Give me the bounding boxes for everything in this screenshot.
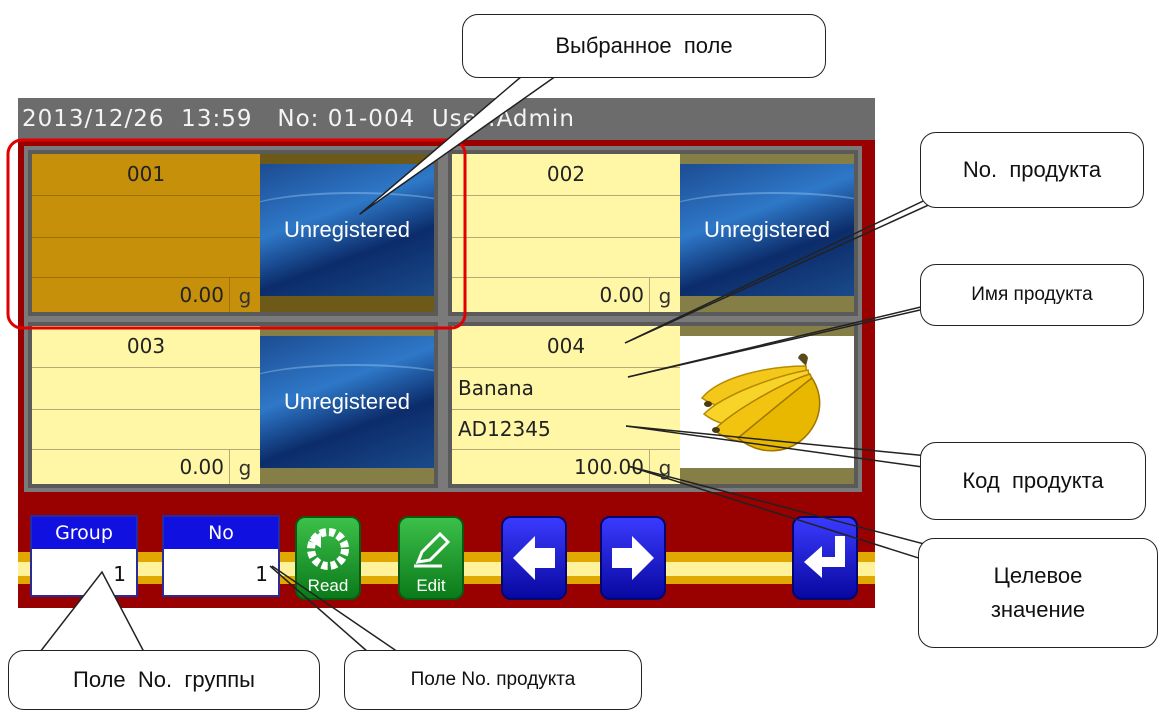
unit-label: g bbox=[229, 450, 260, 484]
next-button[interactable] bbox=[600, 516, 666, 600]
callout-product-no-field-text: Поле No. продукта bbox=[410, 669, 576, 690]
product-number: 003 bbox=[32, 326, 260, 368]
banana-icon bbox=[700, 353, 821, 452]
target-value: 0.00 bbox=[599, 283, 644, 307]
product-number-field[interactable]: No 1 bbox=[162, 515, 280, 597]
callout-product-no: No. продукта bbox=[920, 132, 1144, 208]
no-field-value[interactable]: 1 bbox=[164, 549, 278, 595]
read-button-label: Read bbox=[307, 576, 349, 595]
group-field-value[interactable]: 1 bbox=[32, 549, 136, 595]
callout-product-no-field: Поле No. продукта bbox=[344, 650, 642, 710]
unit-label: g bbox=[649, 278, 680, 312]
product-name: Banana bbox=[452, 368, 680, 410]
edit-button[interactable]: Edit bbox=[398, 516, 464, 600]
product-name bbox=[32, 196, 260, 238]
callout-selected-field-text: Выбранное поле bbox=[555, 33, 733, 58]
product-number: 001 bbox=[32, 154, 260, 196]
callout-selected-field: Выбранное поле bbox=[462, 14, 826, 78]
unit-label: g bbox=[229, 278, 260, 312]
previous-button[interactable] bbox=[501, 516, 567, 600]
product-image: Unregistered bbox=[680, 154, 854, 312]
product-number: 002 bbox=[452, 154, 680, 196]
product-name bbox=[32, 368, 260, 410]
return-icon bbox=[804, 536, 845, 578]
product-cell-002[interactable]: 002 0.00 g Unregistered bbox=[448, 150, 858, 316]
read-button[interactable]: Read bbox=[295, 516, 361, 600]
callout-product-name-text: Имя продукта bbox=[971, 284, 1093, 305]
product-cell-001[interactable]: 001 0.00 g Unregistered bbox=[28, 150, 438, 316]
edit-button-label: Edit bbox=[416, 576, 446, 595]
callout-target-value-line2: значение bbox=[990, 597, 1086, 622]
product-cell-info: 004 Banana AD12345 100.00 g bbox=[452, 326, 680, 484]
product-name bbox=[452, 196, 680, 238]
product-cell-info: 001 0.00 g bbox=[32, 154, 260, 312]
banana-photo bbox=[680, 336, 854, 468]
target-value: 0.00 bbox=[179, 455, 224, 479]
pencil-icon bbox=[414, 531, 451, 568]
callout-group-no-field: Поле No. группы bbox=[8, 650, 320, 710]
unregistered-image-label: Unregistered bbox=[260, 164, 434, 296]
bottom-toolbar: Group 1 No 1 Read Edit bbox=[18, 500, 875, 608]
callout-group-no-field-text: Поле No. группы bbox=[73, 667, 255, 692]
callout-product-code: Код продукта bbox=[920, 442, 1146, 520]
read-icon bbox=[307, 528, 349, 570]
product-number: 004 bbox=[452, 326, 680, 368]
arrow-right-icon bbox=[612, 536, 654, 580]
unit-label: g bbox=[649, 450, 680, 484]
device-screen: 2013/12/26 13:59 No: 01-004 User:Admin 0… bbox=[18, 98, 875, 608]
unregistered-image-label: Unregistered bbox=[680, 164, 854, 296]
callout-product-code-text: Код продукта bbox=[962, 468, 1104, 493]
product-cell-info: 002 0.00 g bbox=[452, 154, 680, 312]
callout-target-value-line1: Целевое bbox=[993, 563, 1083, 588]
product-image bbox=[680, 326, 854, 484]
return-button[interactable] bbox=[792, 516, 858, 600]
callout-target-value: Целевое значение bbox=[918, 538, 1158, 648]
product-cell-info: 003 0.00 g bbox=[32, 326, 260, 484]
callout-product-name: Имя продукта bbox=[920, 264, 1144, 326]
product-code bbox=[32, 238, 260, 278]
no-field-label: No bbox=[164, 517, 278, 549]
callout-product-no-text: No. продукта bbox=[962, 157, 1102, 182]
group-number-field[interactable]: Group 1 bbox=[30, 515, 138, 597]
product-code bbox=[452, 238, 680, 278]
status-bar: 2013/12/26 13:59 No: 01-004 User:Admin bbox=[18, 98, 875, 140]
product-grid: 001 0.00 g Unregistered 002 0.00 g Unreg… bbox=[24, 146, 862, 492]
product-image: Unregistered bbox=[260, 326, 434, 484]
product-cell-004[interactable]: 004 Banana AD12345 100.00 g bbox=[448, 322, 858, 488]
product-image: Unregistered bbox=[260, 154, 434, 312]
product-code: AD12345 bbox=[452, 410, 680, 450]
arrow-left-icon bbox=[513, 536, 555, 580]
product-code bbox=[32, 410, 260, 450]
target-value: 100.00 bbox=[574, 455, 644, 479]
unregistered-image-label: Unregistered bbox=[260, 336, 434, 468]
group-field-label: Group bbox=[32, 517, 136, 549]
product-cell-003[interactable]: 003 0.00 g Unregistered bbox=[28, 322, 438, 488]
target-value: 0.00 bbox=[179, 283, 224, 307]
